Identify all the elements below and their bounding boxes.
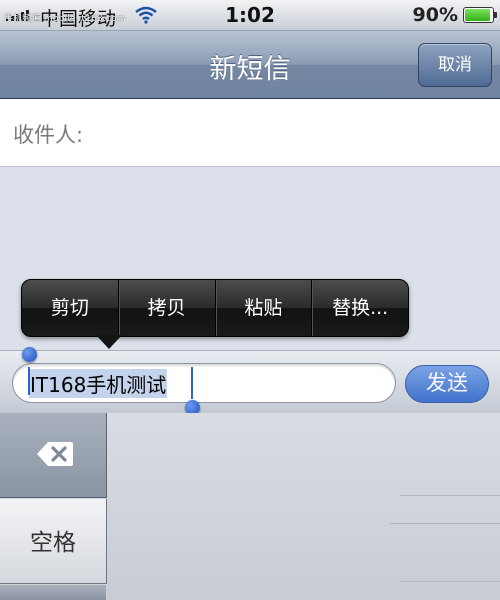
- keyboard-key[interactable]: [0, 585, 106, 600]
- selection-start-caret: [28, 367, 30, 395]
- battery-percent: 90%: [412, 4, 458, 26]
- edit-menu: 剪切 拷贝 粘贴 替换...: [21, 279, 409, 337]
- battery-icon: [463, 7, 497, 23]
- keyboard-candidate-area[interactable]: [107, 413, 500, 600]
- battery-fill: [465, 9, 491, 21]
- selection-end-caret: [191, 367, 193, 399]
- status-bar: 中国移动 手机频道 mobile.it168.com 1:02 90%: [0, 0, 500, 31]
- navigation-bar: 新短信 取消: [0, 31, 500, 99]
- compose-bar: IT168手机测试 发送: [0, 350, 500, 414]
- space-key[interactable]: 空格: [0, 499, 107, 584]
- cut-menu-item[interactable]: 剪切: [22, 280, 119, 336]
- copy-menu-item[interactable]: 拷贝: [119, 280, 216, 336]
- keyboard: 空格: [0, 413, 500, 600]
- space-key-label: 空格: [30, 530, 76, 556]
- replace-menu-item[interactable]: 替换...: [312, 280, 408, 336]
- selection-start-handle[interactable]: [22, 347, 37, 362]
- selected-message-text[interactable]: IT168手机测试: [29, 369, 168, 398]
- backspace-key[interactable]: [0, 413, 107, 498]
- recipient-field[interactable]: 收件人:: [0, 99, 500, 167]
- paste-menu-item[interactable]: 粘贴: [216, 280, 313, 336]
- cancel-button[interactable]: 取消: [418, 43, 492, 87]
- recipient-label: 收件人:: [13, 123, 84, 147]
- backspace-icon: [36, 440, 74, 472]
- edit-menu-pointer: [96, 335, 122, 349]
- send-button[interactable]: 发送: [405, 365, 489, 403]
- message-input[interactable]: IT168手机测试: [12, 363, 396, 403]
